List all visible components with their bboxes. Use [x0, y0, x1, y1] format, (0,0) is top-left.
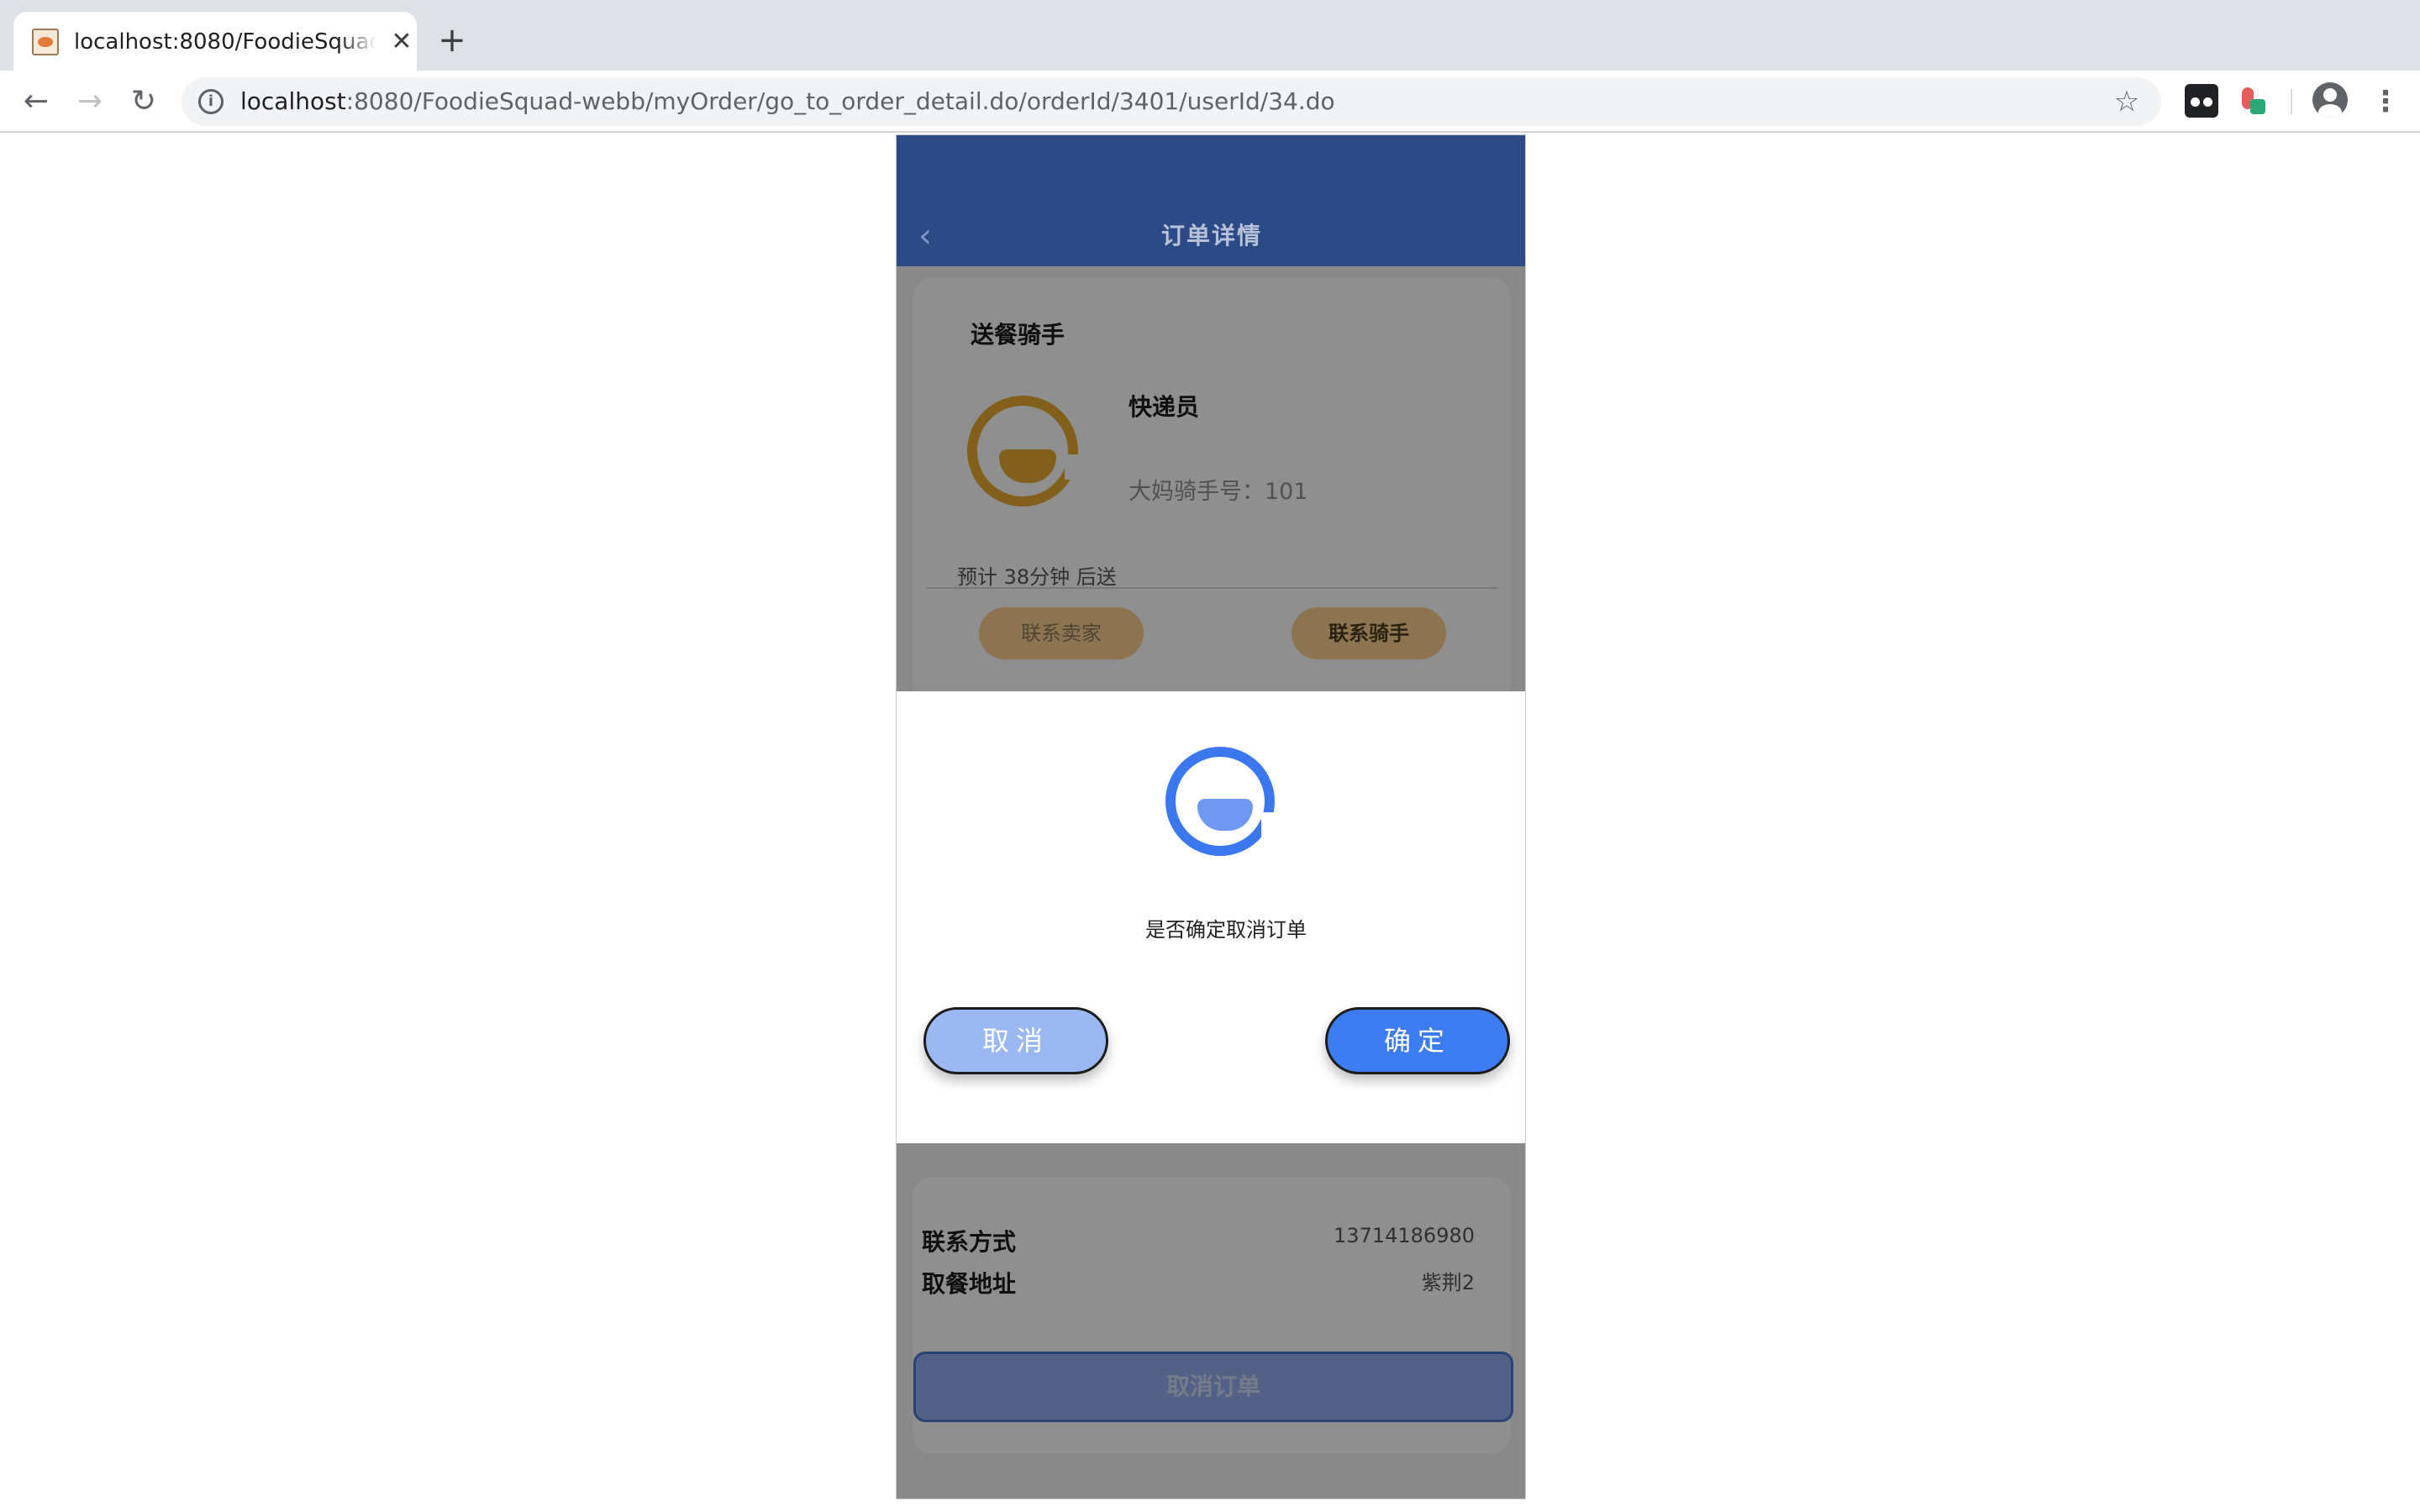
browser-toolbar: ← → ↻ i localhost:8080/FoodieSquad-webb/…	[0, 71, 2420, 133]
dialog-cancel-button[interactable]: 取消	[923, 1007, 1108, 1074]
page-title: 订单详情	[1160, 222, 1262, 249]
forward-arrow-icon[interactable]: →	[71, 82, 109, 121]
close-tab-icon[interactable]: ✕	[387, 27, 417, 57]
browser-tab-strip: localhost:8080/FoodieSquad-webb/myOrder/…	[0, 0, 2420, 71]
confirm-dialog: 是否确定取消订单 取消 确定	[897, 691, 1525, 1143]
browser-menu-icon[interactable]: ⋮	[2371, 82, 2400, 121]
back-arrow-icon[interactable]: ←	[17, 82, 55, 121]
extension-icon[interactable]	[2185, 84, 2218, 118]
tab-title: localhost:8080/FoodieSquad-webb/myOrder/…	[74, 29, 376, 55]
url-text[interactable]: localhost:8080/FoodieSquad-webb/myOrder/…	[240, 86, 1335, 118]
new-tab-icon[interactable]: +	[434, 22, 471, 59]
site-info-icon[interactable]: i	[198, 89, 224, 114]
extension-touch-icon[interactable]	[2237, 84, 2270, 118]
bookmark-star-icon[interactable]: ☆	[2109, 84, 2144, 119]
app-logo-icon	[1165, 747, 1276, 856]
dialog-message: 是否确定取消订单	[1145, 918, 1307, 942]
favicon-icon	[32, 29, 59, 55]
reload-icon[interactable]: ↻	[124, 82, 163, 121]
mobile-viewport: ‹ 订单详情 送餐骑手 快递员 大妈骑手号：101 预计 38分钟 后送 联系卖…	[896, 134, 1526, 1499]
toolbar-divider	[2291, 89, 2292, 114]
dialog-confirm-button[interactable]: 确定	[1325, 1007, 1510, 1074]
address-bar[interactable]: i localhost:8080/FoodieSquad-webb/myOrde…	[182, 77, 2161, 126]
app-header: ‹ 订单详情	[897, 135, 1525, 266]
browser-tab[interactable]: localhost:8080/FoodieSquad-webb/myOrder/…	[13, 12, 417, 71]
profile-avatar-icon[interactable]	[2312, 82, 2348, 118]
